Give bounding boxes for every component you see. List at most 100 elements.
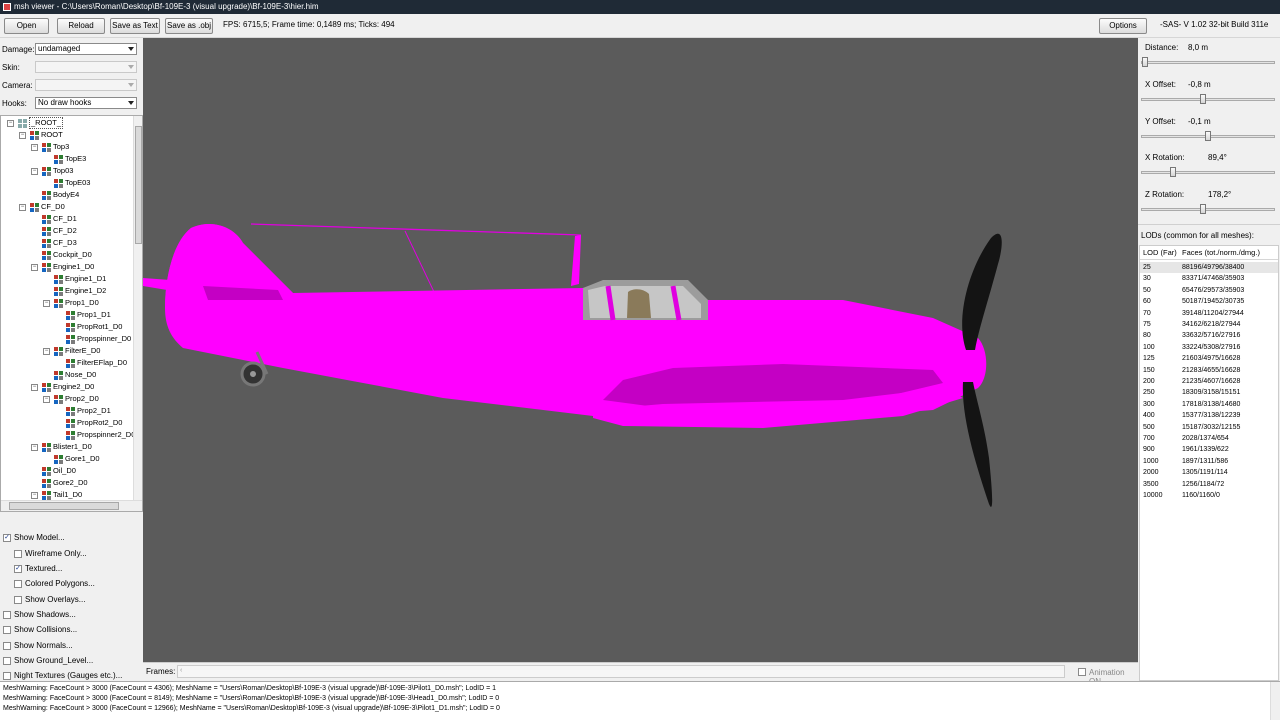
save-as-text-button[interactable]: Save as Text xyxy=(110,18,160,34)
checkbox[interactable]: ✓ xyxy=(3,534,11,542)
lod-row[interactable]: 10000 1160/1160/0 xyxy=(1140,490,1278,501)
collapse-icon[interactable]: − xyxy=(43,396,50,403)
chevron-down-icon xyxy=(128,47,134,51)
lod-distance: 1000 xyxy=(1143,457,1159,465)
checkbox[interactable] xyxy=(3,672,11,680)
tree-node-label: CF_D3 xyxy=(53,238,77,247)
slider-thumb[interactable] xyxy=(1199,93,1206,104)
collapse-icon[interactable]: − xyxy=(43,300,50,307)
collapse-icon[interactable]: − xyxy=(43,348,50,355)
tree-node-label: BodyE4 xyxy=(53,190,80,199)
right-panel: Distance: 8,0 m X Offset: -0,8 m Y Offset: -0… xyxy=(1138,38,1280,681)
collapse-icon[interactable]: − xyxy=(31,444,38,451)
tree-node-label: Propspinner_D0 xyxy=(77,334,132,343)
lod-row[interactable]: 125 21603/4975/16628 xyxy=(1140,353,1278,364)
slider-thumb[interactable] xyxy=(1169,167,1176,178)
lod-distance: 100 xyxy=(1143,343,1155,351)
log-lines: MeshWarning: FaceCount > 3000 (FaceCount… xyxy=(3,684,1277,714)
lod-row[interactable]: 80 33632/5716/27916 xyxy=(1140,330,1278,341)
lod-row[interactable]: 70 39148/11204/27944 xyxy=(1140,308,1278,319)
lod-row[interactable]: 900 1961/1339/622 xyxy=(1140,444,1278,455)
open-button[interactable]: Open xyxy=(4,18,49,34)
slider-label: Z Rotation: xyxy=(1145,190,1185,200)
scroll-thumb[interactable] xyxy=(135,126,142,244)
save-as-obj-button[interactable]: Save as .obj xyxy=(165,18,213,34)
options-button[interactable]: Options xyxy=(1099,18,1147,34)
lod-row[interactable]: 150 21283/4655/16628 xyxy=(1140,365,1278,376)
lod-row[interactable]: 25 88196/49796/38400 xyxy=(1140,262,1278,274)
lod-faces: 1897/1311/586 xyxy=(1182,457,1229,465)
checkbox[interactable] xyxy=(3,626,11,634)
lod-row[interactable]: 50 65476/29573/35903 xyxy=(1140,285,1278,296)
collapse-icon[interactable]: − xyxy=(31,264,38,271)
reload-button[interactable]: Reload xyxy=(57,18,105,34)
lod-row[interactable]: 30 83371/47468/35903 xyxy=(1140,273,1278,284)
collapse-icon[interactable]: − xyxy=(31,144,38,151)
lod-distance: 300 xyxy=(1143,400,1155,408)
lod-row[interactable]: 400 15377/3138/12239 xyxy=(1140,410,1278,421)
slider-track[interactable] xyxy=(1141,97,1275,101)
mesh-icon xyxy=(54,299,63,308)
tree-vertical-scrollbar[interactable] xyxy=(133,116,142,500)
frames-slider[interactable]: ‹ xyxy=(177,665,1065,678)
checkbox[interactable] xyxy=(14,580,22,588)
camera-select[interactable] xyxy=(35,79,137,91)
lod-distance: 400 xyxy=(1143,412,1155,420)
lod-table[interactable]: LOD (Far) Faces (tot./norm./dmg.) 25 8819… xyxy=(1139,245,1279,681)
lod-row[interactable]: 250 18309/3158/15151 xyxy=(1140,387,1278,398)
checkbox[interactable] xyxy=(14,596,22,604)
slider-thumb[interactable] xyxy=(1199,204,1206,215)
hooks-select[interactable]: No draw hooks xyxy=(35,97,137,109)
slider-track[interactable] xyxy=(1141,171,1275,175)
tree-node-label: Prop2_D0 xyxy=(65,394,99,403)
scroll-thumb[interactable] xyxy=(9,502,119,510)
collapse-icon[interactable]: − xyxy=(31,168,38,175)
lod-faces: 17818/3138/14680 xyxy=(1182,400,1241,408)
lod-faces: 21603/4975/16628 xyxy=(1182,355,1241,363)
model-viewport[interactable] xyxy=(143,38,1138,662)
tree-horizontal-scrollbar[interactable] xyxy=(1,500,142,511)
slider-track[interactable] xyxy=(1141,61,1275,64)
tree-node-label: CF_D0 xyxy=(41,202,65,211)
slider-thumb[interactable] xyxy=(1142,57,1148,67)
lod-row[interactable]: 3500 1256/1184/72 xyxy=(1140,479,1278,490)
slider-track[interactable] xyxy=(1141,208,1275,212)
slider-thumb[interactable] xyxy=(1205,130,1211,141)
lod-row[interactable]: 200 21235/4607/16628 xyxy=(1140,376,1278,387)
lod-row[interactable]: 300 17818/3138/14680 xyxy=(1140,399,1278,410)
lod-row[interactable]: 700 2028/1374/654 xyxy=(1140,433,1278,444)
checkbox[interactable] xyxy=(3,642,11,650)
lod-row[interactable]: 75 34162/6218/27944 xyxy=(1140,319,1278,330)
collapse-icon[interactable]: − xyxy=(31,492,38,499)
tree-node-label: FilterE_D0 xyxy=(65,346,101,355)
checkbox-label: Show Ground_Level... xyxy=(14,656,94,665)
tree-node-label: Engine1_D1 xyxy=(65,274,107,283)
lod-row[interactable]: 60 50187/19452/30735 xyxy=(1140,296,1278,307)
log-scrollbar[interactable] xyxy=(1270,682,1280,720)
hierarchy-tree[interactable]: − _ROOT_ − ROOT − Top3 TopE3− Top03 TopE03 BodyE4… xyxy=(0,115,143,512)
version-label: -SAS- V 1.02 32-bit Build 311e xyxy=(1160,20,1269,29)
checkbox[interactable] xyxy=(3,611,11,619)
faces-column-header[interactable]: Faces (tot./norm./dmg.) xyxy=(1182,246,1260,260)
skin-select[interactable] xyxy=(35,61,137,73)
damage-select[interactable]: undamaged xyxy=(35,43,137,55)
mesh-icon xyxy=(42,491,51,500)
animation-checkbox[interactable] xyxy=(1078,668,1086,676)
checkbox[interactable] xyxy=(14,550,22,558)
checkbox[interactable] xyxy=(3,657,11,665)
collapse-icon[interactable]: − xyxy=(7,120,14,127)
tree-node-label: Top3 xyxy=(53,142,70,151)
collapse-icon[interactable]: − xyxy=(19,204,26,211)
lod-row[interactable]: 100 33224/5308/27916 xyxy=(1140,342,1278,353)
chevron-left-icon[interactable]: ‹ xyxy=(180,667,182,674)
lod-row[interactable]: 1000 1897/1311/586 xyxy=(1140,456,1278,467)
slider-label: X Rotation: xyxy=(1145,153,1185,163)
lod-column-header[interactable]: LOD (Far) xyxy=(1143,246,1177,260)
checkbox[interactable]: ✓ xyxy=(14,565,22,573)
lod-row[interactable]: 2000 1305/1191/114 xyxy=(1140,467,1278,478)
collapse-icon[interactable]: − xyxy=(19,132,26,139)
fps-status: FPS: 6715,5; Frame time: 0,1489 ms; Tick… xyxy=(223,20,395,29)
collapse-icon[interactable]: − xyxy=(31,384,38,391)
lod-row[interactable]: 500 15187/3032/12155 xyxy=(1140,422,1278,433)
tree-node-label: Prop2_D1 xyxy=(77,406,111,415)
